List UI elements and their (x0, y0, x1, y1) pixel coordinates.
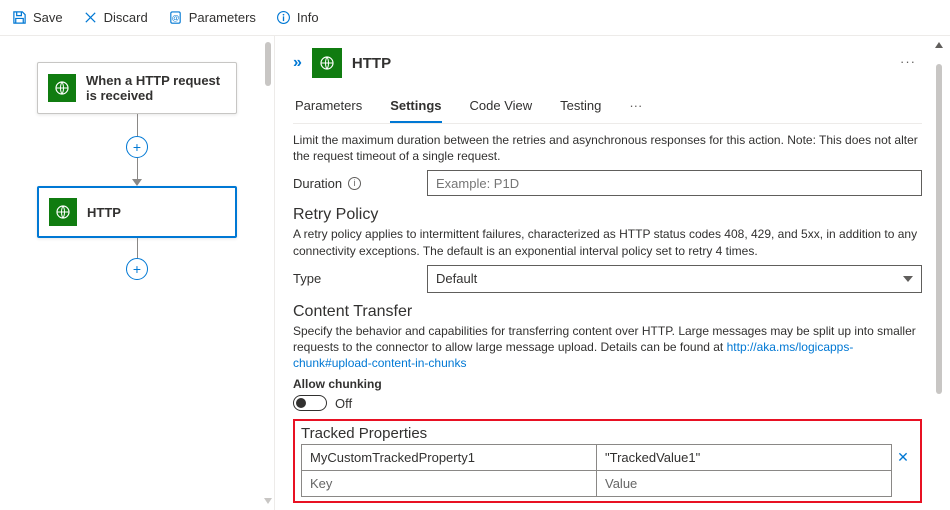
chevron-down-icon (903, 276, 913, 282)
retry-desc: A retry policy applies to intermittent f… (293, 226, 922, 258)
tracked-row: Key Value (301, 470, 914, 497)
trigger-card[interactable]: When a HTTP request is received (37, 62, 237, 114)
connector-1: + (126, 114, 148, 186)
add-step-button-2[interactable]: + (126, 258, 148, 280)
highlight-box: Tracked Properties MyCustomTrackedProper… (293, 419, 922, 503)
panel-tabs: Parameters Settings Code View Testing ··… (293, 92, 922, 124)
info-label: Info (297, 10, 319, 25)
save-label: Save (33, 10, 63, 25)
remove-row-icon[interactable]: ✕ (892, 444, 914, 470)
top-toolbar: Save Discard @ Parameters Info (0, 0, 950, 36)
left-scrollbar[interactable] (265, 42, 271, 504)
discard-label: Discard (104, 10, 148, 25)
tab-more[interactable]: ··· (629, 92, 642, 123)
tab-testing[interactable]: Testing (560, 92, 601, 123)
allow-chunking-label: Allow chunking (293, 377, 922, 391)
content-heading: Content Transfer (293, 303, 922, 321)
panel-http-icon (312, 48, 342, 78)
http-action-icon (49, 198, 77, 226)
add-step-button[interactable]: + (126, 136, 148, 158)
panel-more-button[interactable]: ··· (900, 54, 916, 69)
duration-input[interactable] (427, 170, 922, 196)
panel-title: HTTP (352, 55, 391, 72)
save-button[interactable]: Save (12, 10, 63, 25)
designer-canvas: When a HTTP request is received + HTTP + (0, 36, 275, 510)
details-panel: » HTTP ··· Parameters Settings Code View… (275, 36, 950, 510)
retry-type-value: Default (436, 271, 477, 286)
tracked-heading: Tracked Properties (301, 425, 914, 442)
trigger-card-title: When a HTTP request is received (86, 73, 226, 103)
allow-chunking-toggle[interactable] (293, 395, 327, 411)
duration-note: Limit the maximum duration between the r… (293, 132, 922, 164)
parameters-label: Parameters (189, 10, 256, 25)
parameters-button[interactable]: @ Parameters (168, 10, 256, 25)
collapse-panel-icon[interactable]: » (293, 54, 302, 72)
tab-codeview[interactable]: Code View (470, 92, 533, 123)
info-icon (276, 10, 291, 25)
tab-parameters[interactable]: Parameters (295, 92, 362, 123)
tab-settings[interactable]: Settings (390, 92, 441, 123)
http-trigger-icon (48, 74, 76, 102)
tracked-key-input[interactable]: MyCustomTrackedProperty1 (301, 444, 597, 470)
duration-label: Duration i (293, 176, 413, 191)
retry-heading: Retry Policy (293, 206, 922, 224)
connector-2: + (126, 238, 148, 280)
save-icon (12, 10, 27, 25)
left-scroll-thumb[interactable] (265, 42, 271, 86)
http-action-card[interactable]: HTTP (37, 186, 237, 238)
right-scroll-thumb[interactable] (936, 64, 942, 394)
discard-button[interactable]: Discard (83, 10, 148, 25)
http-action-card-title: HTTP (87, 205, 121, 220)
tracked-row: MyCustomTrackedProperty1 "TrackedValue1"… (301, 444, 914, 470)
retry-type-label: Type (293, 271, 413, 286)
allow-chunking-value: Off (335, 396, 352, 411)
info-button[interactable]: Info (276, 10, 319, 25)
tracked-key-placeholder[interactable]: Key (301, 470, 597, 497)
retry-type-select[interactable]: Default (427, 265, 922, 293)
content-desc: Specify the behavior and capabilities fo… (293, 323, 922, 372)
discard-icon (83, 10, 98, 25)
tracked-value-placeholder[interactable]: Value (597, 470, 892, 497)
parameters-icon: @ (168, 10, 183, 25)
tracked-value-input[interactable]: "TrackedValue1" (597, 444, 892, 470)
info-icon[interactable]: i (348, 177, 361, 190)
right-scrollbar[interactable] (936, 42, 942, 504)
svg-text:@: @ (171, 14, 179, 23)
